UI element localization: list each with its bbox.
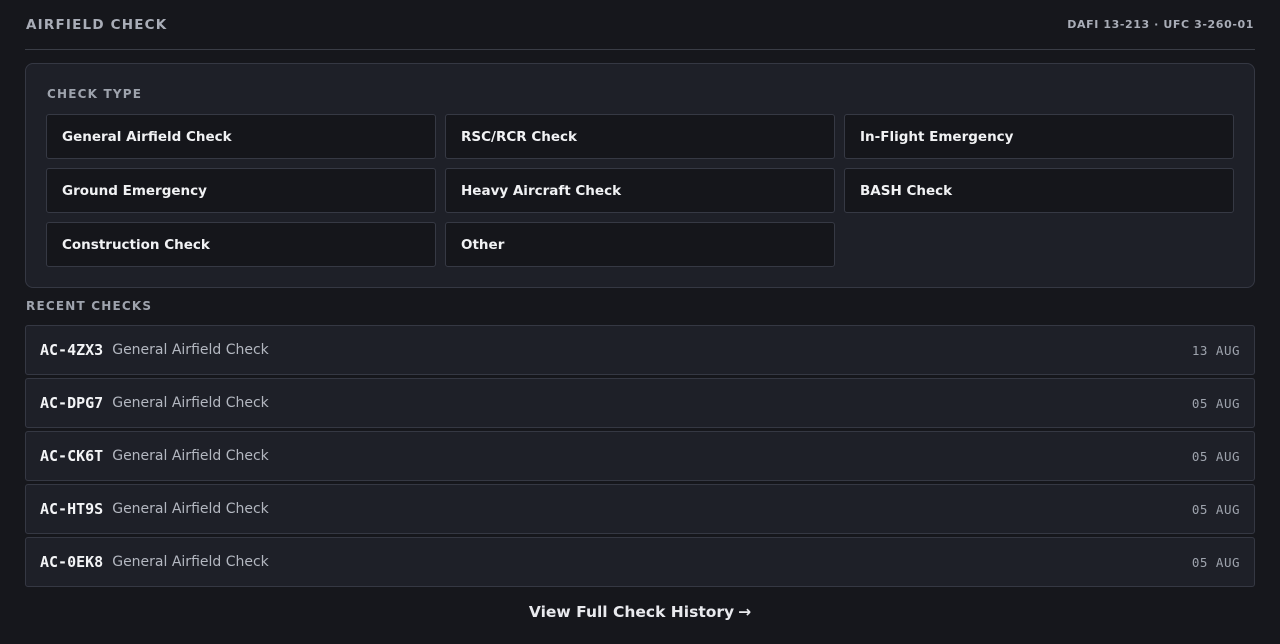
check-type-text: General Airfield Check (112, 395, 269, 411)
check-type-text: General Airfield Check (112, 448, 269, 464)
arrow-right-icon: → (738, 603, 752, 621)
check-id: AC-HT9S (40, 500, 104, 518)
view-full-history-link[interactable]: View Full Check History → (0, 603, 1280, 621)
check-type-grid: General Airfield Check RSC/RCR Check In-… (46, 114, 1235, 267)
recent-checks-label: RECENT CHECKS (26, 299, 153, 313)
check-type-text: General Airfield Check (112, 554, 269, 570)
recent-check-row[interactable]: AC-DPG7 General Airfield Check 05 AUG (25, 378, 1255, 428)
airfield-check-page: AIRFIELD CHECK DAFI 13-213 · UFC 3-260-0… (0, 0, 1280, 644)
check-type-bash-button[interactable]: BASH Check (844, 168, 1234, 213)
page-title: AIRFIELD CHECK (26, 16, 168, 33)
check-type-heavy-aircraft-button[interactable]: Heavy Aircraft Check (445, 168, 835, 213)
check-type-rsc-rcr-button[interactable]: RSC/RCR Check (445, 114, 835, 159)
header: AIRFIELD CHECK DAFI 13-213 · UFC 3-260-0… (25, 0, 1255, 50)
check-id: AC-DPG7 (40, 394, 104, 412)
check-type-construction-button[interactable]: Construction Check (46, 222, 436, 267)
recent-check-row[interactable]: AC-0EK8 General Airfield Check 05 AUG (25, 537, 1255, 587)
check-id: AC-CK6T (40, 447, 104, 465)
regulation-reference: DAFI 13-213 · UFC 3-260-01 (1067, 18, 1254, 31)
history-link-label: View Full Check History (528, 603, 735, 621)
check-type-other-button[interactable]: Other (445, 222, 835, 267)
check-id: AC-4ZX3 (40, 341, 104, 359)
check-date: 05 AUG (1191, 395, 1240, 411)
check-type-panel: CHECK TYPE General Airfield Check RSC/RC… (25, 63, 1255, 288)
check-date: 05 AUG (1191, 501, 1240, 517)
check-type-label: CHECK TYPE (47, 87, 143, 101)
check-type-ground-emergency-button[interactable]: Ground Emergency (46, 168, 436, 213)
check-id: AC-0EK8 (40, 553, 104, 571)
check-type-text: General Airfield Check (112, 342, 269, 358)
check-date: 13 AUG (1191, 342, 1240, 358)
recent-checks-list: AC-4ZX3 General Airfield Check 13 AUG AC… (25, 325, 1255, 590)
recent-check-row[interactable]: AC-HT9S General Airfield Check 05 AUG (25, 484, 1255, 534)
recent-check-row[interactable]: AC-CK6T General Airfield Check 05 AUG (25, 431, 1255, 481)
check-date: 05 AUG (1191, 554, 1240, 570)
check-date: 05 AUG (1191, 448, 1240, 464)
recent-check-row[interactable]: AC-4ZX3 General Airfield Check 13 AUG (25, 325, 1255, 375)
check-type-in-flight-emergency-button[interactable]: In-Flight Emergency (844, 114, 1234, 159)
check-type-text: General Airfield Check (112, 501, 269, 517)
check-type-general-airfield-button[interactable]: General Airfield Check (46, 114, 436, 159)
